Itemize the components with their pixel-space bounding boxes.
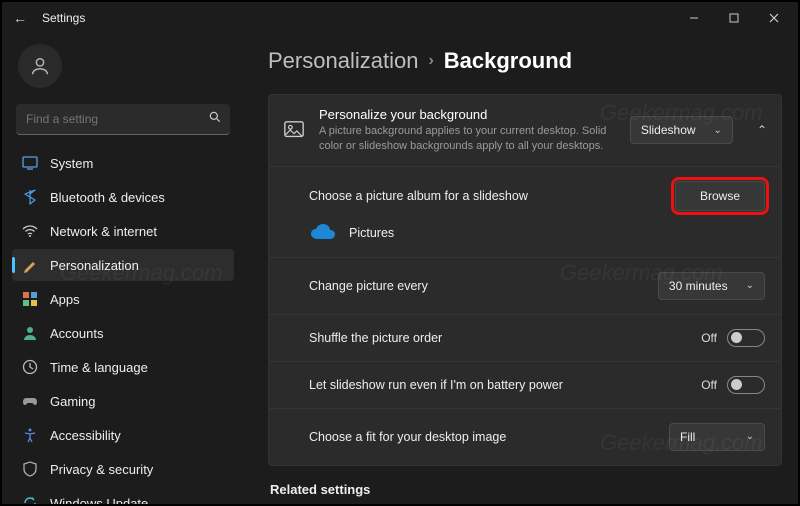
onedrive-icon xyxy=(309,223,337,243)
accessibility-icon xyxy=(22,427,38,443)
battery-label: Let slideshow run even if I'm on battery… xyxy=(309,378,701,392)
personalization-icon xyxy=(22,257,38,273)
sidebar-item-label: Windows Update xyxy=(50,496,148,505)
minimize-button[interactable] xyxy=(674,4,714,32)
sidebar-item-label: Privacy & security xyxy=(50,462,153,477)
sidebar-item-accessibility[interactable]: Accessibility xyxy=(12,419,234,451)
chevron-down-icon: ⌄ xyxy=(746,280,754,291)
personalize-subtitle: A picture background applies to your cur… xyxy=(319,124,616,154)
chevron-down-icon: ⌄ xyxy=(746,431,754,442)
sidebar-item-label: Time & language xyxy=(50,360,148,375)
collapse-button[interactable]: ⌃ xyxy=(757,123,767,137)
close-button[interactable] xyxy=(754,4,794,32)
breadcrumb-current: Background xyxy=(444,48,572,74)
shuffle-state: Off xyxy=(701,331,717,345)
personalize-heading: Personalize your background xyxy=(319,107,616,122)
fit-dropdown[interactable]: Fill ⌄ xyxy=(669,423,765,451)
gaming-icon xyxy=(22,393,38,409)
sidebar-item-label: Gaming xyxy=(50,394,96,409)
folder-name: Pictures xyxy=(349,226,394,240)
sidebar-item-label: Accessibility xyxy=(50,428,121,443)
sidebar-item-system[interactable]: System xyxy=(12,147,234,179)
sidebar-item-label: Network & internet xyxy=(50,224,157,239)
shield-icon xyxy=(22,461,38,477)
back-button[interactable]: ← xyxy=(6,10,34,26)
sidebar-item-network[interactable]: Network & internet xyxy=(12,215,234,247)
selected-folder[interactable]: Pictures xyxy=(309,223,765,243)
chevron-right-icon: › xyxy=(428,52,433,70)
battery-state: Off xyxy=(701,378,717,392)
album-label: Choose a picture album for a slideshow xyxy=(309,189,675,203)
breadcrumb: Personalization › Background xyxy=(268,48,782,74)
avatar[interactable] xyxy=(18,44,62,88)
window-title: Settings xyxy=(42,11,85,25)
sidebar-item-privacy[interactable]: Privacy & security xyxy=(12,453,234,485)
background-mode-dropdown[interactable]: Slideshow ⌄ xyxy=(630,116,733,144)
sidebar-item-label: System xyxy=(50,156,93,171)
chevron-down-icon: ⌄ xyxy=(714,125,722,136)
bluetooth-icon xyxy=(22,189,38,205)
sidebar-item-apps[interactable]: Apps xyxy=(12,283,234,315)
picture-icon xyxy=(283,119,305,141)
search-input[interactable] xyxy=(16,104,230,135)
fit-label: Choose a fit for your desktop image xyxy=(309,430,669,444)
sidebar-item-time[interactable]: Time & language xyxy=(12,351,234,383)
browse-button[interactable]: Browse xyxy=(675,181,765,211)
sidebar-item-label: Bluetooth & devices xyxy=(50,190,165,205)
search-icon xyxy=(208,110,222,129)
sidebar-item-gaming[interactable]: Gaming xyxy=(12,385,234,417)
sidebar-item-label: Accounts xyxy=(50,326,103,341)
accounts-icon xyxy=(22,325,38,341)
sidebar-item-personalization[interactable]: Personalization xyxy=(12,249,234,281)
interval-dropdown[interactable]: 30 minutes ⌄ xyxy=(658,272,765,300)
sidebar-item-update[interactable]: Windows Update xyxy=(12,487,234,504)
sidebar-item-accounts[interactable]: Accounts xyxy=(12,317,234,349)
sidebar-item-bluetooth[interactable]: Bluetooth & devices xyxy=(12,181,234,213)
sidebar-item-label: Apps xyxy=(50,292,80,307)
maximize-button[interactable] xyxy=(714,4,754,32)
wifi-icon xyxy=(22,223,38,239)
sidebar-item-label: Personalization xyxy=(50,258,139,273)
shuffle-label: Shuffle the picture order xyxy=(309,331,701,345)
shuffle-toggle[interactable] xyxy=(727,329,765,347)
system-icon xyxy=(22,155,38,171)
apps-icon xyxy=(22,291,38,307)
clock-icon xyxy=(22,359,38,375)
related-settings-heading: Related settings xyxy=(270,482,782,497)
interval-label: Change picture every xyxy=(309,279,658,293)
battery-toggle[interactable] xyxy=(727,376,765,394)
breadcrumb-parent[interactable]: Personalization xyxy=(268,48,418,74)
update-icon xyxy=(22,495,38,504)
